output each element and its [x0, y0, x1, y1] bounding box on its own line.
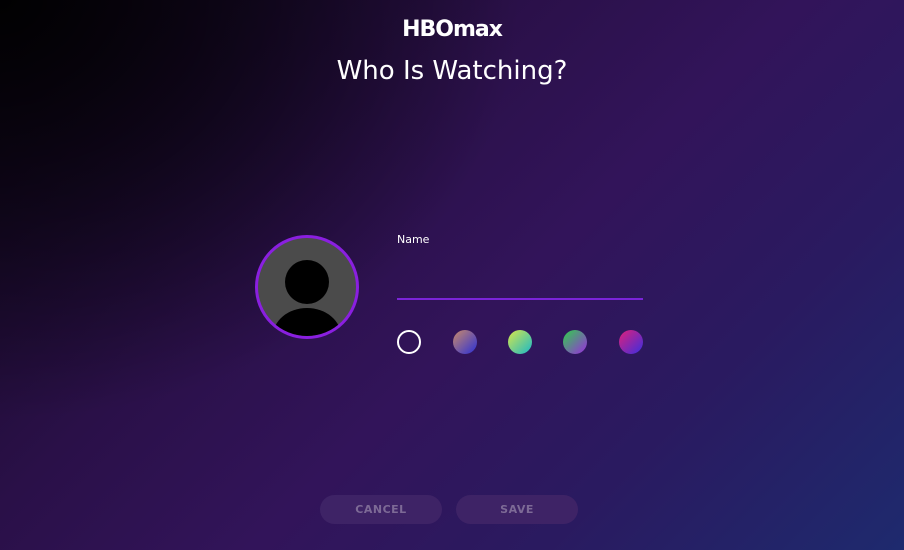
- name-field[interactable]: [397, 262, 643, 300]
- page-title: Who Is Watching?: [336, 56, 568, 86]
- color-swatch-rose-blue[interactable]: [453, 330, 477, 354]
- avatar[interactable]: [255, 235, 359, 339]
- color-swatch-none[interactable]: [397, 330, 421, 354]
- save-button[interactable]: SAVE: [456, 495, 578, 524]
- hbo-max-logo: HBOmax: [402, 17, 503, 42]
- color-swatch-magenta-blue[interactable]: [619, 330, 643, 354]
- cancel-button[interactable]: CANCEL: [320, 495, 442, 524]
- color-swatch-lime-teal[interactable]: [508, 330, 532, 354]
- name-field-label: Name: [397, 233, 430, 246]
- person-silhouette-icon: [273, 260, 341, 336]
- color-swatch-green-purple[interactable]: [563, 330, 587, 354]
